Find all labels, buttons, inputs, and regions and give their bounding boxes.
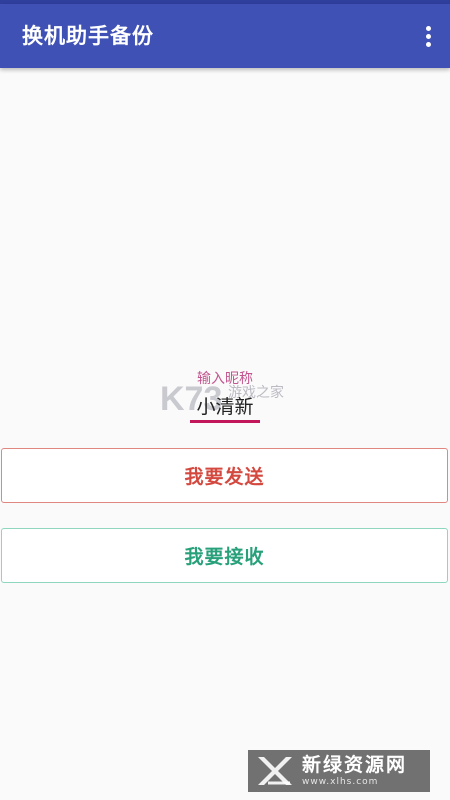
app-title: 换机助手备份 xyxy=(22,24,154,48)
xlhs-watermark-url: www.xlhs.com xyxy=(302,776,379,787)
xlhs-watermark-badge: 新绿资源网 www.xlhs.com xyxy=(248,750,430,792)
main-content: 输入昵称 K73 游戏之家 我要发送 我要接收 xyxy=(0,68,450,800)
overflow-menu-button[interactable] xyxy=(416,18,440,54)
more-vertical-icon-dot xyxy=(425,33,431,39)
nickname-input[interactable] xyxy=(190,390,260,423)
more-vertical-icon-dot xyxy=(425,41,431,47)
send-button[interactable]: 我要发送 xyxy=(1,448,448,503)
nickname-label: 输入昵称 xyxy=(197,371,253,387)
xlhs-logo-icon xyxy=(258,757,292,785)
xlhs-watermark-title: 新绿资源网 xyxy=(302,753,408,776)
receive-button[interactable]: 我要接收 xyxy=(1,528,448,583)
app-bar: 换机助手备份 xyxy=(0,4,450,68)
more-vertical-icon xyxy=(425,25,431,31)
